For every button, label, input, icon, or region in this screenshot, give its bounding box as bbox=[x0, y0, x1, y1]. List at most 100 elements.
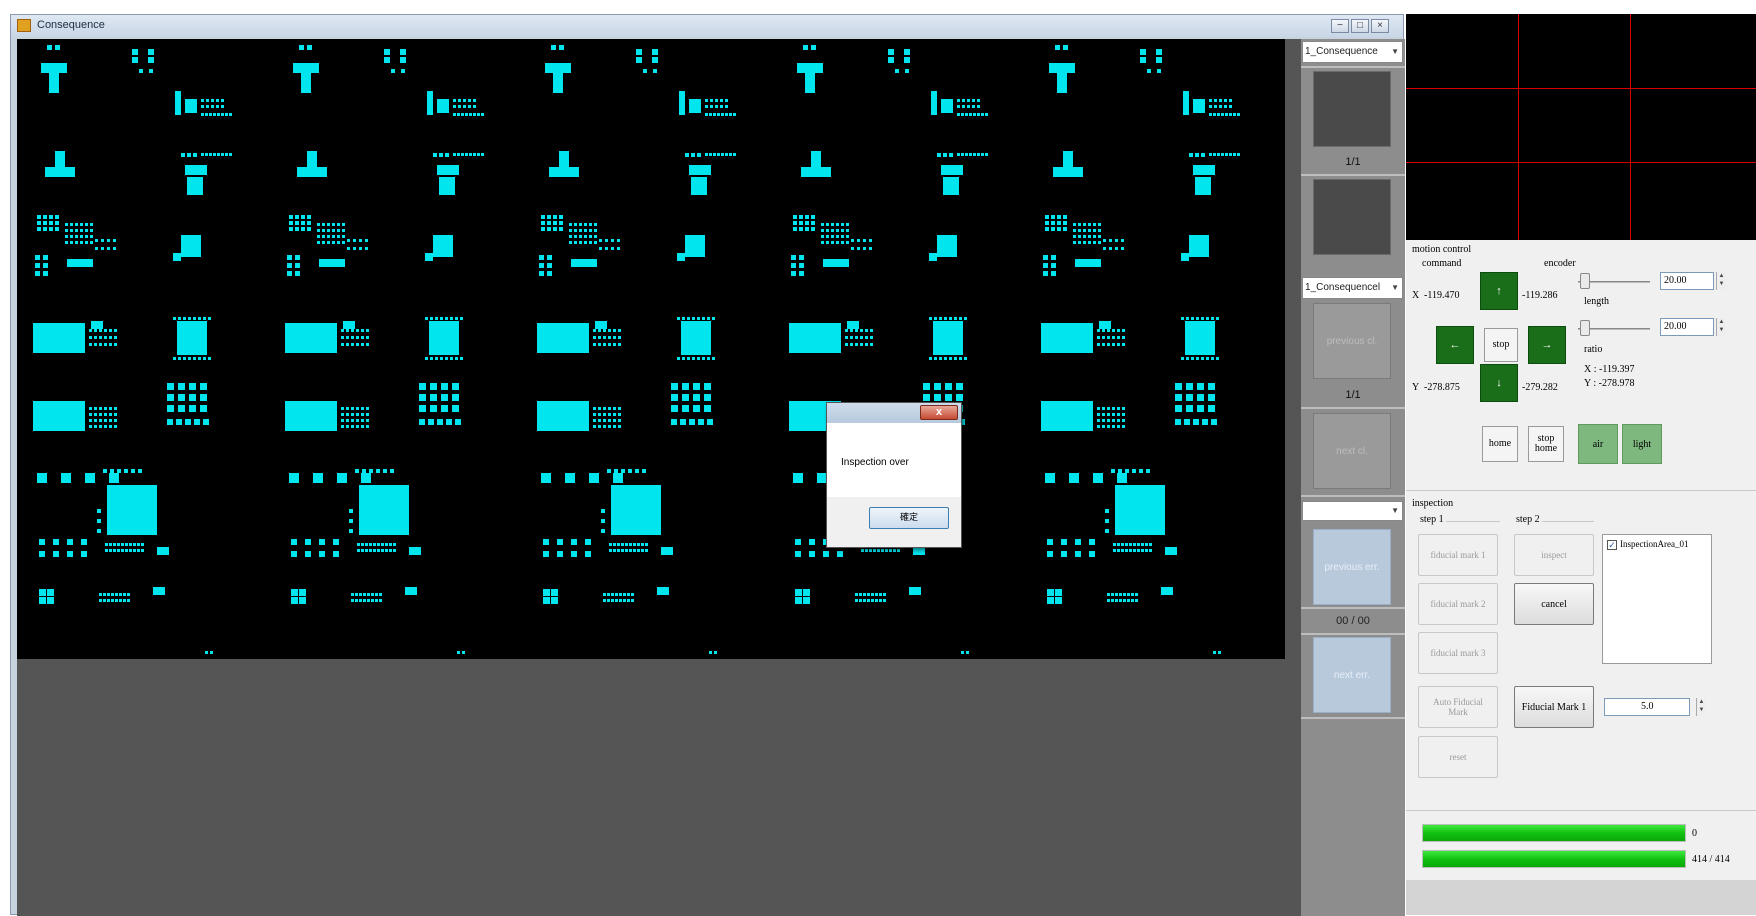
inspection-area-checkbox[interactable]: ✓ bbox=[1607, 540, 1617, 550]
pad bbox=[680, 419, 686, 425]
pad bbox=[1137, 549, 1140, 552]
pad bbox=[923, 383, 930, 390]
pad bbox=[607, 599, 610, 602]
previous-err-button[interactable]: previous err. bbox=[1313, 529, 1391, 605]
pad bbox=[821, 235, 824, 238]
fiducial-mark-select-button[interactable]: Fiducial Mark 1 bbox=[1514, 686, 1594, 728]
length-slider-thumb[interactable] bbox=[1580, 273, 1590, 289]
pad bbox=[826, 223, 829, 226]
pad bbox=[589, 229, 592, 232]
pad bbox=[468, 99, 471, 102]
inspect-button[interactable]: inspect bbox=[1514, 534, 1594, 576]
restore-button[interactable]: □ bbox=[1351, 19, 1369, 33]
pad bbox=[1045, 473, 1055, 483]
pad bbox=[110, 469, 114, 473]
length-spinner[interactable]: ▲ ▼ bbox=[1716, 272, 1726, 290]
pad bbox=[401, 69, 405, 73]
ratio-spinner[interactable]: ▲ ▼ bbox=[1716, 318, 1726, 336]
chevron-down-icon: ▼ bbox=[1391, 47, 1399, 56]
pad bbox=[893, 549, 896, 552]
pad bbox=[870, 343, 873, 346]
pad bbox=[631, 599, 634, 602]
fiducial-mark-2-button[interactable]: fiducial mark 2 bbox=[1418, 583, 1498, 625]
close-button[interactable]: × bbox=[1371, 19, 1389, 33]
consequence-select[interactable]: 1_Consequence ▼ bbox=[1302, 41, 1403, 63]
fiducial-mark-1-button[interactable]: fiducial mark 1 bbox=[1418, 534, 1498, 576]
pad bbox=[373, 529, 377, 533]
cancel-button[interactable]: cancel bbox=[1514, 583, 1594, 625]
pad bbox=[637, 549, 640, 552]
stop-button[interactable]: stop bbox=[1484, 328, 1518, 362]
pad bbox=[618, 425, 621, 428]
pad bbox=[129, 543, 132, 546]
auto-fiducial-mark-button[interactable]: Auto Fiducial Mark bbox=[1418, 686, 1498, 728]
pad bbox=[621, 549, 624, 552]
error-filter-select[interactable]: ▼ bbox=[1302, 501, 1403, 521]
dialog-ok-button[interactable]: 確定 bbox=[869, 507, 949, 529]
pad bbox=[836, 223, 839, 226]
fiducial-threshold-spinner[interactable]: ▲ ▼ bbox=[1696, 698, 1706, 716]
pad bbox=[977, 105, 980, 108]
pad bbox=[618, 419, 621, 422]
pad bbox=[103, 469, 107, 473]
jog-up-button[interactable]: ↑ bbox=[1480, 272, 1518, 310]
minimize-button[interactable]: − bbox=[1331, 19, 1349, 33]
next-cl-button[interactable]: next cl. bbox=[1313, 413, 1391, 489]
pad bbox=[598, 329, 601, 332]
previous-cl-button[interactable]: previous cl. bbox=[1313, 303, 1391, 379]
pad bbox=[104, 413, 107, 416]
pad bbox=[167, 405, 174, 412]
pad bbox=[361, 529, 365, 533]
pad bbox=[356, 419, 359, 422]
pad bbox=[1221, 113, 1224, 116]
jog-down-button[interactable]: ↓ bbox=[1480, 364, 1518, 402]
ratio-input[interactable]: 20.00 bbox=[1660, 318, 1714, 336]
pad bbox=[679, 91, 685, 115]
light-button[interactable]: light bbox=[1622, 424, 1662, 464]
jog-left-button[interactable]: ← bbox=[1436, 326, 1474, 364]
pad bbox=[1047, 539, 1053, 545]
pad bbox=[1112, 336, 1115, 339]
pad bbox=[225, 153, 228, 156]
dialog-close-button[interactable]: x bbox=[920, 405, 958, 420]
pad bbox=[346, 413, 349, 416]
pad bbox=[1127, 599, 1130, 602]
ratio-label: ratio bbox=[1584, 344, 1603, 355]
pad bbox=[1093, 241, 1096, 244]
fiducial-threshold-input[interactable]: 5.0 bbox=[1604, 698, 1690, 716]
pad bbox=[574, 229, 577, 232]
pcb-viewer[interactable] bbox=[17, 39, 1285, 659]
pad bbox=[957, 105, 960, 108]
pad bbox=[594, 223, 597, 226]
home-button[interactable]: home bbox=[1482, 426, 1518, 462]
pad bbox=[1117, 529, 1121, 533]
length-input[interactable]: 20.00 bbox=[1660, 272, 1714, 290]
pad bbox=[879, 599, 882, 602]
jog-right-button[interactable]: → bbox=[1528, 326, 1566, 364]
pad bbox=[1149, 549, 1152, 552]
pad bbox=[1117, 473, 1127, 483]
inspection-area-list[interactable]: ✓ InspectionArea_01 bbox=[1602, 534, 1712, 664]
fiducial-mark-3-button[interactable]: fiducial mark 3 bbox=[1418, 632, 1498, 674]
pad bbox=[969, 153, 972, 156]
pad bbox=[933, 321, 963, 355]
next-err-button[interactable]: next err. bbox=[1313, 637, 1391, 713]
ratio-slider-thumb[interactable] bbox=[1580, 320, 1590, 336]
pad bbox=[99, 413, 102, 416]
stop-home-button[interactable]: stop home bbox=[1528, 426, 1564, 462]
pad bbox=[198, 317, 201, 320]
pad bbox=[377, 549, 380, 552]
reset-button[interactable]: reset bbox=[1418, 736, 1498, 778]
pad bbox=[289, 221, 293, 225]
pad bbox=[1139, 469, 1143, 473]
air-button[interactable]: air bbox=[1578, 424, 1618, 464]
consequence-layer-select[interactable]: 1_Consequencel ▼ bbox=[1302, 277, 1403, 299]
pad bbox=[956, 383, 963, 390]
pad bbox=[967, 105, 970, 108]
pad bbox=[337, 473, 347, 483]
pad bbox=[629, 543, 632, 546]
pad bbox=[35, 255, 40, 260]
pad bbox=[945, 394, 952, 401]
pad bbox=[847, 321, 859, 329]
pad bbox=[1103, 239, 1106, 242]
